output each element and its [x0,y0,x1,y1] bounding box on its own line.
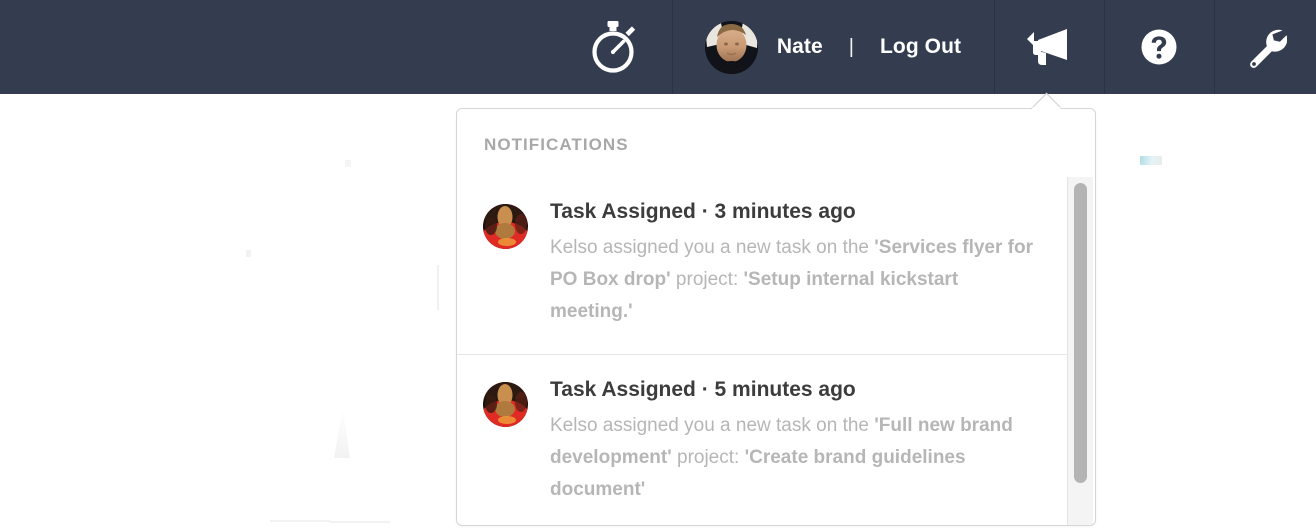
timer-button[interactable] [554,0,672,94]
tools-button[interactable] [1214,0,1316,94]
notification-text: Kelso assigned you a new task on the 'Se… [550,237,1033,323]
background-artifact-a [246,250,251,257]
log-out-link[interactable]: Log Out [880,35,961,59]
notification-heading: Task Assigned · 3 minutes ago [550,200,856,223]
notification-body: Task Assigned · 5 minutes ago Kelso assi… [550,378,1041,506]
background-artifact-c [334,408,350,458]
notifications-panel-title: NOTIFICATIONS [484,135,629,154]
notification-heading: Task Assigned · 5 minutes ago [550,378,856,402]
notification-text: Kelso assigned you a new task on the 'Fu… [550,415,1013,501]
notification-body: Task Assigned · 3 minutes ago Kelso assi… [550,200,1041,328]
scrollbar-thumb[interactable] [1074,183,1087,483]
top-navigation-bar: Nate | Log Out [0,0,1316,94]
list-item[interactable]: Task Assigned · 5 minutes ago Kelso assi… [457,354,1067,525]
megaphone-icon [1025,27,1073,67]
avatar[interactable] [704,20,758,74]
background-artifact-line-a [437,265,439,310]
notifications-popover: NOTIFICATIONS Task Assigned · 3 minutes … [456,108,1096,526]
user-account-cell[interactable]: Nate | Log Out [672,0,994,94]
avatar [483,204,528,249]
user-separator: | [848,35,854,58]
list-item[interactable]: Task Assigned · 3 minutes ago Kelso assi… [457,177,1067,354]
avatar [483,382,528,428]
user-inner: Nate | Log Out [704,20,961,74]
wrench-icon [1243,25,1288,69]
scrollbar-track[interactable] [1067,177,1093,525]
background-artifact-teal [1140,156,1162,165]
question-circle-icon [1139,27,1179,67]
background-artifact-line-b [270,520,330,522]
notifications-list: Task Assigned · 3 minutes ago Kelso assi… [457,177,1067,525]
username-label: Nate [776,35,823,58]
help-button[interactable] [1104,0,1214,94]
notifications-scroll-area[interactable]: Task Assigned · 3 minutes ago Kelso assi… [457,177,1095,525]
popover-arrow [1030,92,1063,109]
background-artifact-b [345,160,351,167]
stopwatch-icon [589,21,637,73]
announcements-button[interactable] [994,0,1104,94]
background-artifact-line-c [330,521,390,523]
